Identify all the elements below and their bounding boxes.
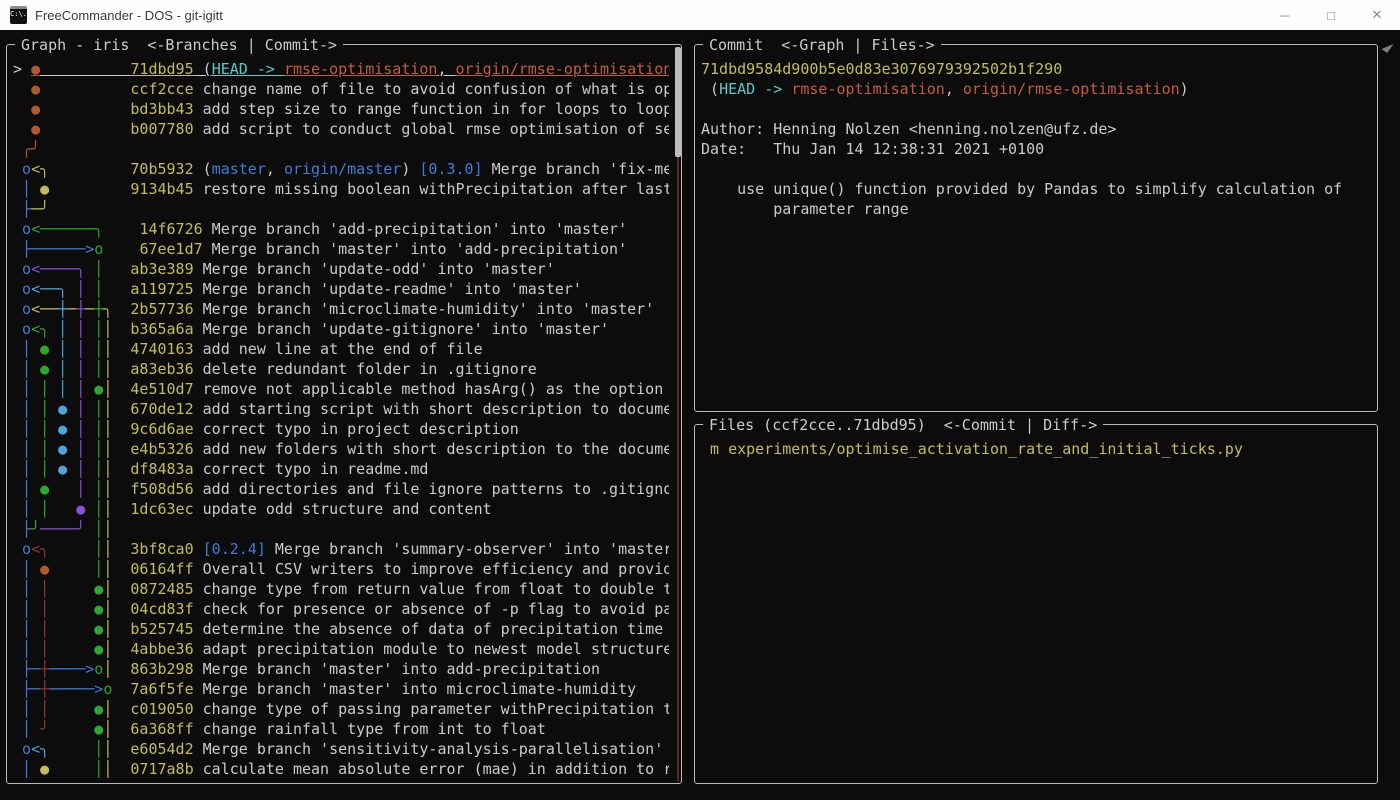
commit-row[interactable]: │ │ ●│ 04cd83f check for presence or abs… [13, 599, 669, 619]
commit-row[interactable]: ├─┼────>o│ 863b298 Merge branch 'master'… [13, 659, 669, 679]
commit-row[interactable]: │ ● │ │ ││ a83eb36 delete redundant fold… [13, 359, 669, 379]
commit-row[interactable]: o<──┼─┼─┼╮ 2b57736 Merge branch 'microcl… [13, 299, 669, 319]
commit-detail-line: use unique() function provided by Pandas… [701, 179, 1367, 199]
commit-detail-line: Author: Henning Nolzen <henning.nolzen@u… [701, 119, 1367, 139]
commit-row[interactable]: o<────╮ │ ab3e389 Merge branch 'update-o… [13, 259, 669, 279]
commit-row[interactable]: │ │ ● ││ 1dc63ec update odd structure an… [13, 499, 669, 519]
commit-detail-line [701, 99, 1367, 119]
commit-row[interactable]: ● bd3bb43 add step size to range functio… [13, 99, 669, 119]
commit-row[interactable]: │ │ ●│ 4abbe36 adapt precipitation modul… [13, 639, 669, 659]
commit-graph: > ● 71dbd95 (HEAD -> rmse-optimisation, … [7, 45, 681, 783]
console-app-icon: C:\. [10, 6, 27, 24]
commit-row[interactable]: │ ● ││ 06164ff Overall CSV writers to im… [13, 559, 669, 579]
maximize-button[interactable]: □ [1308, 0, 1354, 30]
commit-row[interactable]: │ │ ●│ b525745 determine the absence of … [13, 619, 669, 639]
commit-row[interactable]: ● ccf2cce change name of file to avoid c… [13, 79, 669, 99]
commit-detail-line: Date: Thu Jan 14 12:38:31 2021 +0100 [701, 139, 1367, 159]
commit-row[interactable]: ╭╯ [13, 139, 669, 159]
graph-panel: Graph - iris<-Branches | Commit-> > ● 71… [6, 44, 682, 784]
commit-row[interactable]: │ ╯ ●│ 6a368ff change rainfall type from… [13, 719, 669, 739]
commit-row[interactable]: │ │ ● │ ││ 670de12 add starting script w… [13, 399, 669, 419]
graph-scrollbar-thumb[interactable] [675, 47, 681, 157]
commit-row[interactable]: ├╯────╯ ││ [13, 519, 669, 539]
commit-row[interactable]: │ │ │ │ ●│ 4e510d7 remove not applicable… [13, 379, 669, 399]
commit-row[interactable]: o<╮ ││ 3bf8ca0 [0.2.4] Merge branch 'sum… [13, 539, 669, 559]
commit-row[interactable]: │ ● │ ││ f508d56 add directories and fil… [13, 479, 669, 499]
commit-panel: Commit<-Graph | Files-> 71dbd9584d900b5e… [694, 44, 1378, 412]
window-title: FreeCommander - DOS - git-igitt [35, 8, 223, 23]
changed-file-row[interactable]: m experiments/optimise_activation_rate_a… [701, 439, 1367, 459]
commit-detail-line: 71dbd9584d900b5e0d83e3076979392502b1f290 [701, 59, 1367, 79]
window-titlebar: C:\. FreeCommander - DOS - git-igitt ─ □… [0, 0, 1400, 30]
commit-row[interactable]: o<╮ ││ e6054d2 Merge branch 'sensitivity… [13, 739, 669, 759]
commit-row[interactable]: │ ● │ │ ││ 4740163 add new line at the e… [13, 339, 669, 359]
commit-detail-line: (HEAD -> rmse-optimisation, origin/rmse-… [701, 79, 1367, 99]
commit-details: 71dbd9584d900b5e0d83e3076979392502b1f290… [695, 45, 1377, 411]
commit-row[interactable]: │ │ ● │ ││ 9c6d6ae correct typo in proje… [13, 419, 669, 439]
graph-scrollbar-track[interactable] [677, 47, 679, 781]
commit-row[interactable]: o<──────╮ 14f6726 Merge branch 'add-prec… [13, 219, 669, 239]
close-button[interactable]: ✕ [1354, 0, 1400, 30]
commit-row[interactable]: │ ● ││ 0717a8b calculate mean absolute e… [13, 759, 669, 779]
commit-detail-line: parameter range [701, 199, 1367, 219]
commit-row[interactable]: │ │ ● │ ││ df8483a correct typo in readm… [13, 459, 669, 479]
commit-row-selected[interactable]: > ● 71dbd95 (HEAD -> rmse-optimisation, … [13, 59, 669, 79]
commit-row[interactable]: o<╮ 70b5932 (master, origin/master) [0.3… [13, 159, 669, 179]
mouse-cursor [1381, 40, 1393, 53]
commit-row[interactable]: o<╮ │ │ ││ b365a6a Merge branch 'update-… [13, 319, 669, 339]
window-controls: ─ □ ✕ [1262, 0, 1400, 30]
commit-detail-line [701, 159, 1367, 179]
commit-row[interactable]: ├─╯ [13, 199, 669, 219]
commit-row[interactable]: │ ● 9134b45 restore missing boolean with… [13, 179, 669, 199]
minimize-button[interactable]: ─ [1262, 0, 1308, 30]
changed-files-list: m experiments/optimise_activation_rate_a… [695, 425, 1377, 783]
commit-row[interactable]: │ │ ● │ ││ e4b5326 add new folders with … [13, 439, 669, 459]
commit-row[interactable]: │ │ ●│ c019050 change type of passing pa… [13, 699, 669, 719]
commit-row[interactable]: ├─┼─────>o 7a6f5fe Merge branch 'master'… [13, 679, 669, 699]
commit-row[interactable]: │ │ ●│ 0872485 change type from return v… [13, 579, 669, 599]
commit-row[interactable]: ├──────>o 67ee1d7 Merge branch 'master' … [13, 239, 669, 259]
files-panel: Files (ccf2cce..71dbd95)<-Commit | Diff-… [694, 424, 1378, 784]
commit-row[interactable]: ● b007780 add script to conduct global r… [13, 119, 669, 139]
commit-row[interactable]: o<──╮ │ │ a119725 Merge branch 'update-r… [13, 279, 669, 299]
